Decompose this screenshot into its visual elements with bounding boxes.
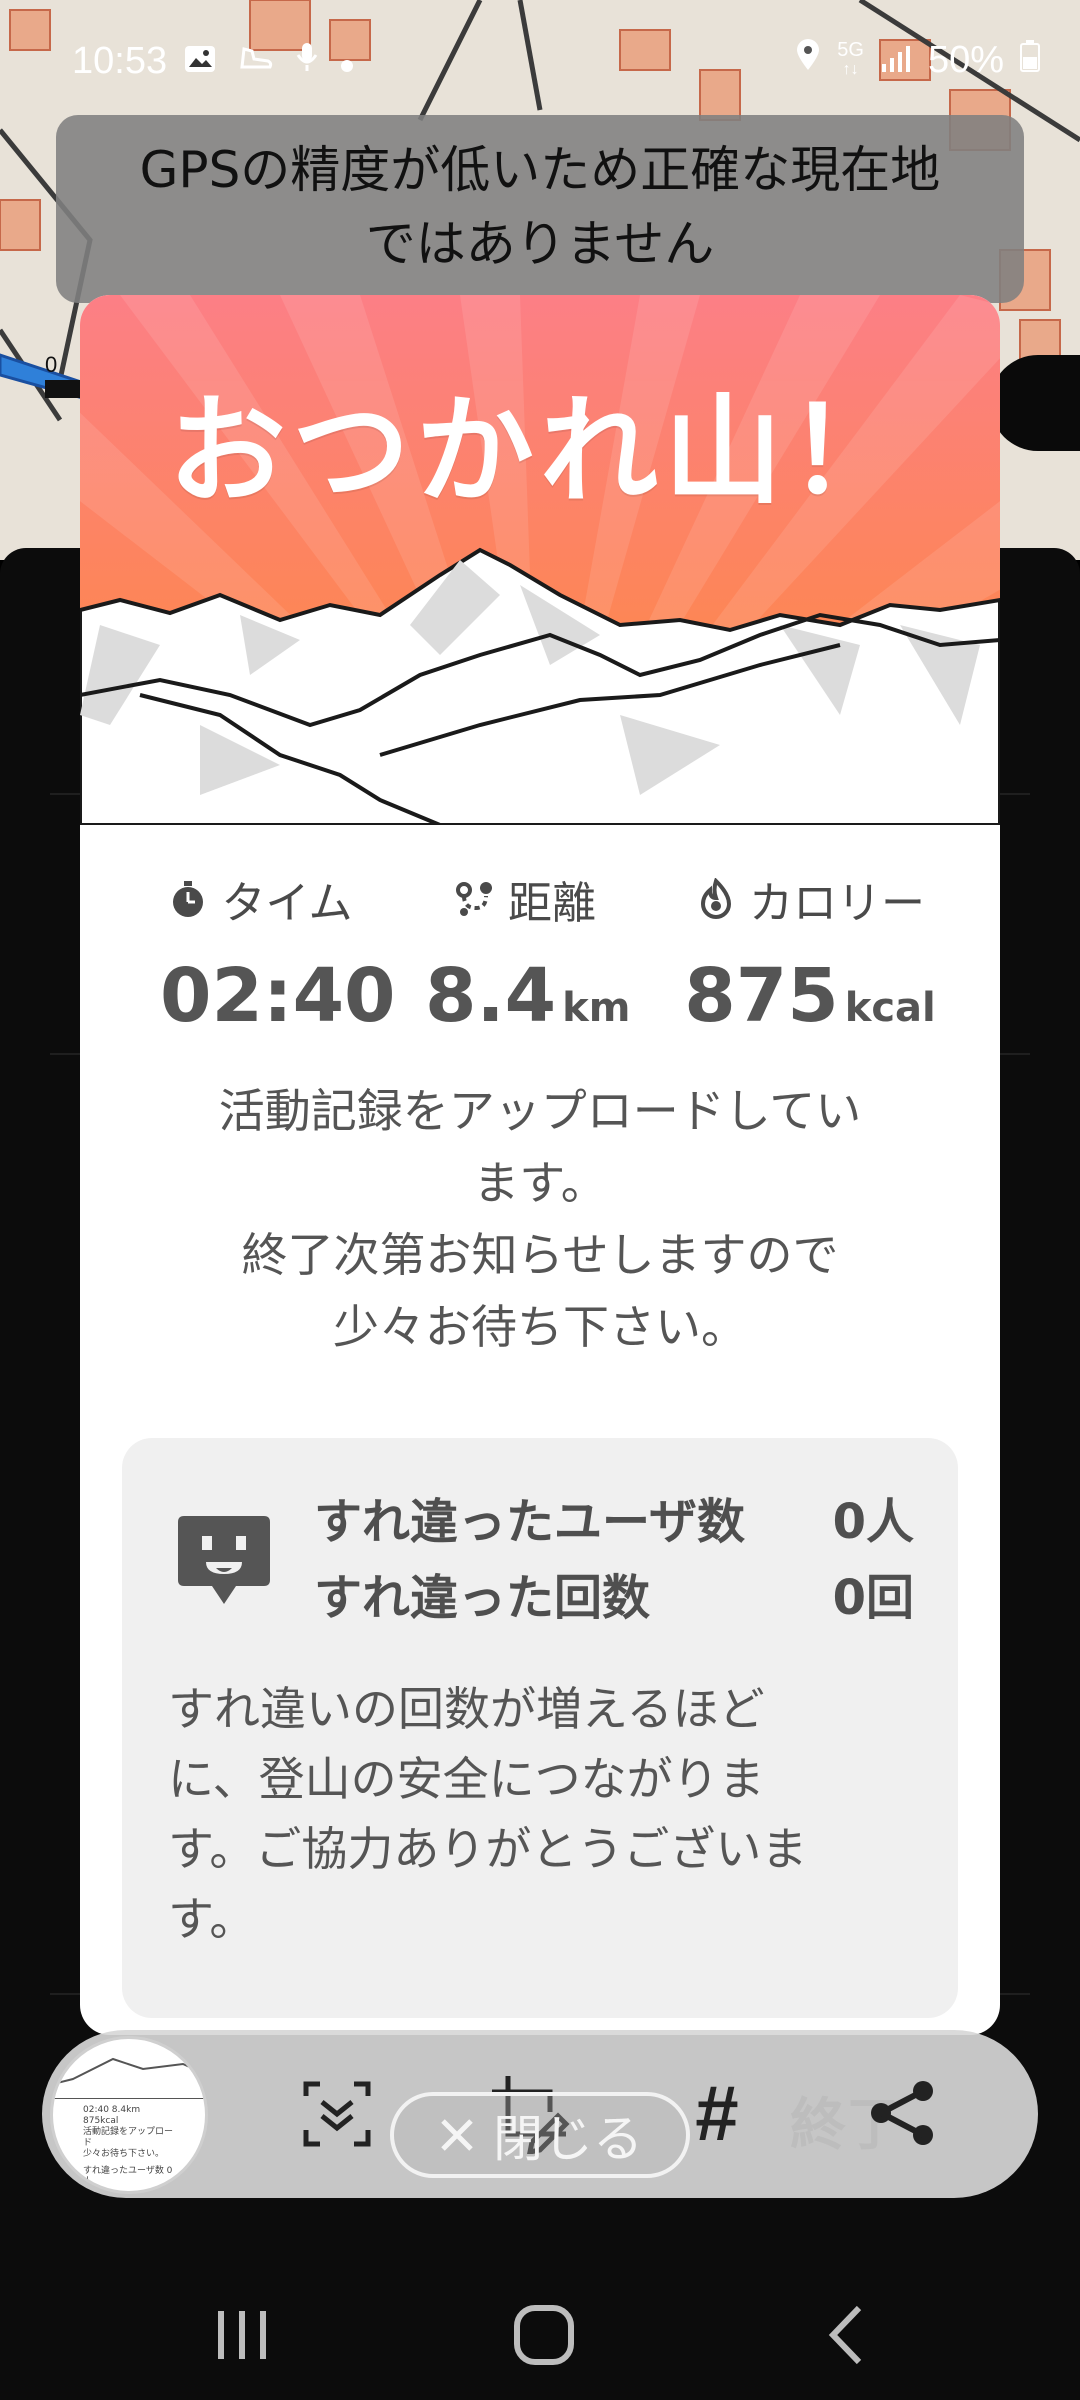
flame-icon [700, 878, 732, 919]
stat-calories: カロリー 875 kcal [670, 867, 950, 1039]
stat-distance-value: 8.4 [425, 953, 557, 1039]
upload-message-line: 終了次第お知らせしますので [241, 1228, 839, 1282]
stopwatch-icon [173, 881, 204, 917]
stat-distance: 距離 8.4 km [425, 867, 630, 1039]
upload-status-message: 活動記録をアップロードしてい ます。 終了次第お知らせしますので 少々お待ち下さ… [140, 1075, 940, 1363]
route-icon [456, 882, 492, 916]
stat-distance-label: 距離 [508, 878, 596, 929]
mic-icon [296, 40, 318, 83]
stat-time: タイム 02:40 [160, 867, 396, 1039]
home-icon [514, 2305, 574, 2365]
encounter-count-value: 0回 [832, 1570, 914, 1626]
completion-title: おつかれ山！ [167, 382, 912, 520]
back-icon [828, 2305, 862, 2365]
battery-text: 50% [927, 38, 1004, 81]
hashtag-icon: # [695, 2068, 739, 2157]
encounter-users-label: すれ違ったユーザ数 [314, 1494, 746, 1550]
gps-notice-line2: ではありません [365, 215, 715, 273]
upload-message-line: 活動記録をアップロードしてい [218, 1084, 862, 1138]
shoe-icon [238, 40, 274, 83]
upload-message-line: 少々お待ち下さい。 [333, 1300, 747, 1354]
stat-calories-unit: kcal [844, 985, 936, 1031]
encounter-card: すれ違ったユーザ数 0人 すれ違った回数 0回 すれ違いの回数が増えるほど に、… [122, 1438, 958, 2018]
status-time: 10:53 [72, 40, 168, 82]
image-icon [184, 40, 216, 83]
recent-apps-button[interactable] [182, 2290, 302, 2380]
stat-calories-value: 875 [684, 953, 839, 1039]
encounter-count-row: すれ違った回数 0回 [314, 1558, 914, 1628]
stat-calories-label: カロリー [749, 878, 925, 929]
home-button[interactable] [484, 2290, 604, 2380]
network-5g-icon: 5G ↑↓ [837, 39, 864, 78]
encounter-desc-line: す。 [168, 1892, 256, 1946]
system-navigation-bar [0, 2240, 1080, 2400]
activity-stats: タイム 02:40 距離 8.4 km カロリー 875 kcal [80, 867, 1000, 1039]
encounter-desc-line: す。ご協力ありがとうございま [168, 1822, 808, 1876]
battery-icon [1020, 39, 1040, 82]
hero-banner: おつかれ山！ [80, 295, 1000, 855]
scroll-capture-button[interactable] [292, 2068, 382, 2158]
gps-accuracy-notice: GPSの精度が低いため正確な現在地 ではありません [56, 115, 1024, 303]
screenshot-thumbnail[interactable]: 02:40 8.4km 875kcal 活動記録をアップロード 少々お待ち下さい… [50, 2036, 208, 2194]
encounter-users-value: 0人 [832, 1494, 914, 1550]
share-button[interactable] [858, 2068, 948, 2158]
back-button[interactable] [786, 2290, 906, 2380]
signal-icon [880, 39, 912, 82]
share-icon [871, 2081, 933, 2145]
recents-icon [218, 2311, 266, 2359]
svg-text:0: 0 [45, 352, 57, 377]
dot-icon [340, 40, 354, 83]
map-control-button[interactable] [990, 355, 1080, 451]
close-button-label: 閉じる [493, 2110, 643, 2168]
close-icon [441, 2119, 473, 2151]
scroll-capture-icon [303, 2081, 371, 2147]
upload-message-line: ます。 [473, 1156, 607, 1210]
location-icon [795, 38, 821, 82]
encounter-users-row: すれ違ったユーザ数 0人 [314, 1482, 914, 1552]
stat-distance-unit: km [562, 985, 631, 1031]
stat-time-label: タイム [221, 878, 353, 929]
activity-complete-dialog: おつかれ山！ タイム 02:40 距離 8.4km カロリー 875kcal [80, 295, 1000, 2035]
encounter-face-icon [178, 1516, 270, 1604]
encounter-desc-line: すれ違いの回数が増えるほど [168, 1682, 765, 1736]
gps-notice-line1: GPSの精度が低いため正確な現在地 [139, 141, 941, 199]
encounter-description: すれ違いの回数が増えるほど に、登山の安全につながりま す。ご協力ありがとうござ… [168, 1674, 898, 1954]
encounter-count-label: すれ違った回数 [314, 1570, 651, 1626]
encounter-desc-line: に、登山の安全につながりま [168, 1752, 765, 1806]
stat-time-value: 02:40 [160, 953, 396, 1039]
status-bar: 10:53 5G ↑↓ 50% [0, 0, 1080, 120]
close-button[interactable]: 閉じる [390, 2092, 690, 2178]
